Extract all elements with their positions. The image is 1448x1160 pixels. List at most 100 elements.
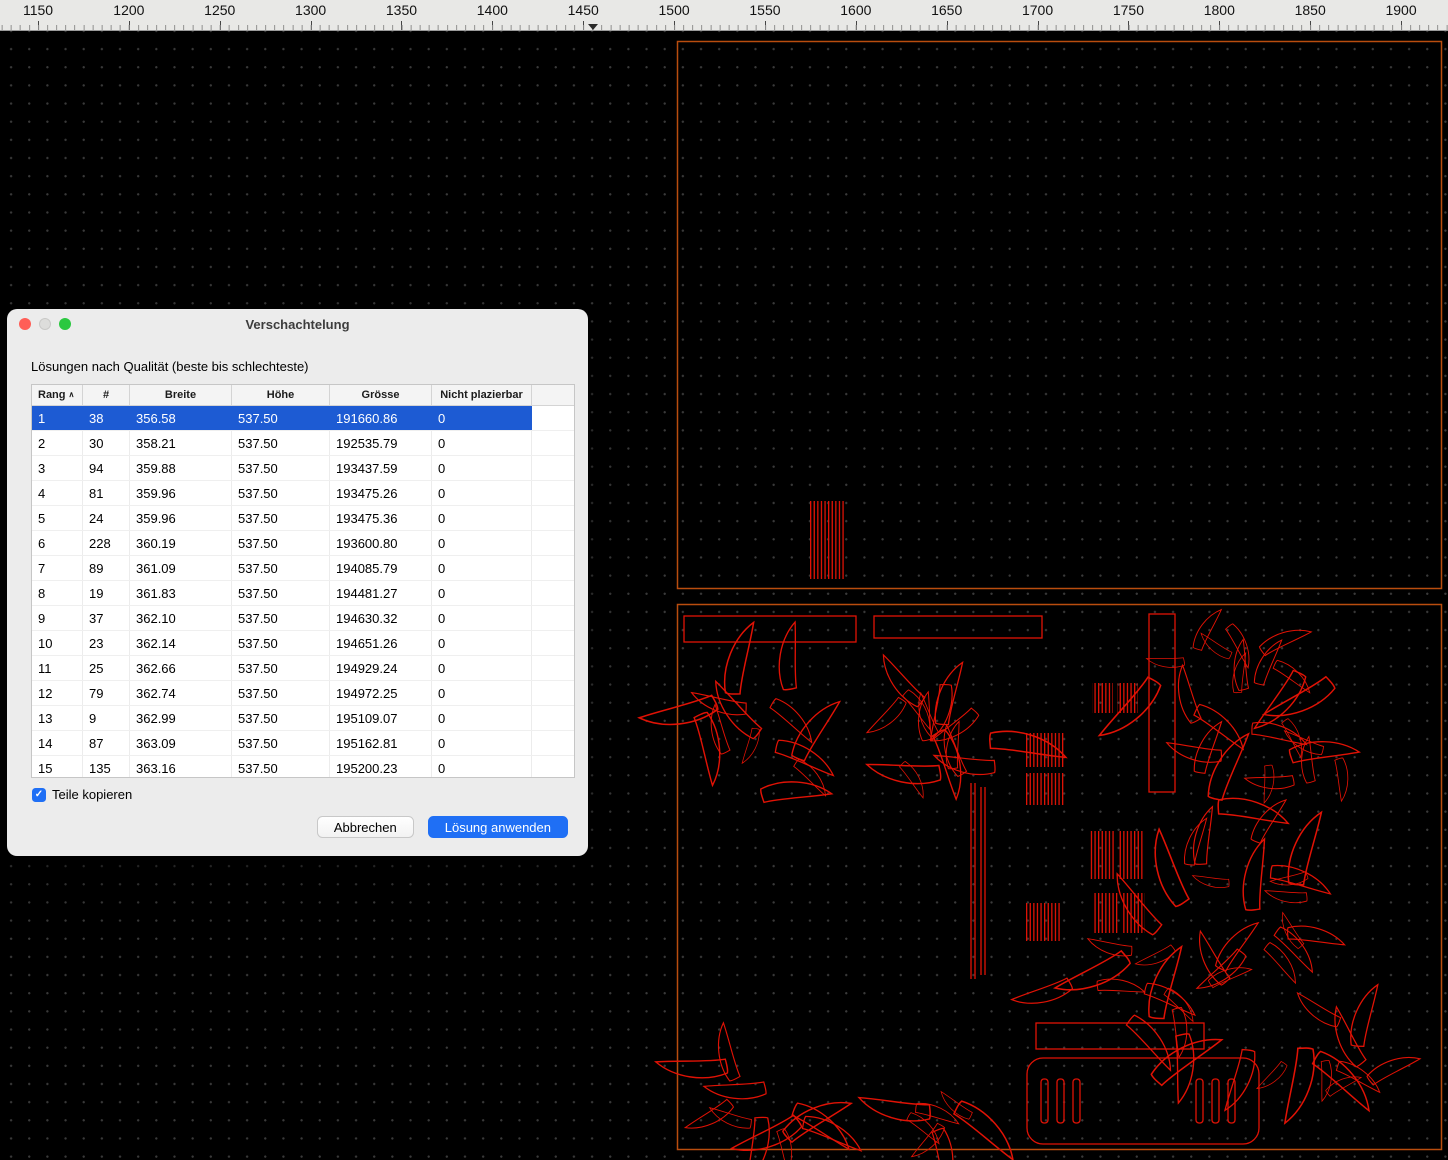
sort-asc-icon: ∧ (69, 391, 75, 399)
teile-kopieren-checkbox[interactable]: ✓ (32, 788, 46, 802)
ruler-label: 1900 (1385, 2, 1416, 18)
table-cell: 358.21 (130, 431, 232, 455)
comb-part[interactable] (808, 501, 844, 579)
table-row[interactable]: 394359.88537.50193437.590 (32, 456, 574, 481)
table-row[interactable]: 937362.10537.50194630.320 (32, 606, 574, 631)
table-cell: 537.50 (232, 531, 330, 555)
table-cell: 0 (432, 656, 532, 680)
column-header-breite[interactable]: Breite (130, 385, 232, 405)
table-cell: 0 (432, 706, 532, 730)
table-cell: 362.74 (130, 681, 232, 705)
sheet-1[interactable] (678, 42, 1442, 589)
table-cell: 192535.79 (330, 431, 432, 455)
table-cell: 30 (83, 431, 130, 455)
table-cell: 362.14 (130, 631, 232, 655)
ruler-label: 1400 (477, 2, 508, 18)
table-cell: 359.96 (130, 481, 232, 505)
table-row[interactable]: 138356.58537.50191660.860 (32, 406, 574, 431)
table-cell: 537.50 (232, 406, 330, 430)
nested-parts[interactable] (639, 501, 1420, 1160)
ruler-tick (38, 21, 39, 30)
table-cell-filler (532, 481, 574, 505)
column-header-rang[interactable]: Rang∧ (32, 385, 83, 405)
ruler-label: 1200 (113, 2, 144, 18)
ruler-label: 1800 (1204, 2, 1235, 18)
table-cell: 25 (83, 656, 130, 680)
table-cell: 0 (432, 631, 532, 655)
table-cell: 195162.81 (330, 731, 432, 755)
column-header-groesse[interactable]: Grösse (330, 385, 432, 405)
table-cell-filler (532, 706, 574, 730)
table-cell: 6 (32, 531, 83, 555)
apply-solution-button[interactable]: Lösung anwenden (428, 816, 568, 838)
bar-part[interactable] (684, 616, 856, 642)
dialog-buttons: Abbrechen Lösung anwenden (7, 816, 568, 838)
table-cell-filler (532, 406, 574, 430)
solutions-table[interactable]: Rang∧#BreiteHöheGrösseNicht plazierbar 1… (31, 384, 575, 778)
table-cell: 537.50 (232, 631, 330, 655)
bar-part[interactable] (1149, 614, 1175, 792)
table-cell: 2 (32, 431, 83, 455)
table-cell: 7 (32, 556, 83, 580)
ruler-tick (947, 21, 948, 30)
dialog-title: Verschachtelung (7, 317, 588, 332)
table-cell: 537.50 (232, 681, 330, 705)
table-cell: 537.50 (232, 431, 330, 455)
table-cell: 38 (83, 406, 130, 430)
table-row[interactable]: 819361.83537.50194481.270 (32, 581, 574, 606)
table-cell: 0 (432, 756, 532, 778)
ruler-tick (583, 21, 584, 30)
ruler-tick (674, 21, 675, 30)
column-header-hoehe[interactable]: Höhe (232, 385, 330, 405)
cancel-button[interactable]: Abbrechen (317, 816, 414, 838)
ruler-tick (311, 21, 312, 30)
ruler-tick (220, 21, 221, 30)
table-row[interactable]: 6228360.19537.50193600.800 (32, 531, 574, 556)
table-row[interactable]: 524359.96537.50193475.360 (32, 506, 574, 531)
dialog-titlebar[interactable]: Verschachtelung (7, 309, 588, 339)
comb-parts[interactable] (1026, 683, 1145, 941)
table-cell: 194972.25 (330, 681, 432, 705)
ruler-label: 1450 (568, 2, 599, 18)
table-cell: 537.50 (232, 556, 330, 580)
table-cell-filler (532, 731, 574, 755)
table-cell: 8 (32, 581, 83, 605)
ruler-label: 1650 (931, 2, 962, 18)
table-row[interactable]: 139362.99537.50195109.070 (32, 706, 574, 731)
table-row[interactable]: 1125362.66537.50194929.240 (32, 656, 574, 681)
table-row[interactable]: 1487363.09537.50195162.810 (32, 731, 574, 756)
sheet-outlines[interactable] (678, 42, 1442, 1150)
column-header-nicht-plazierbar[interactable]: Nicht plazierbar (432, 385, 532, 405)
table-cell: 81 (83, 481, 130, 505)
table-cell: 4 (32, 481, 83, 505)
table-cell: 5 (32, 506, 83, 530)
ruler-tick (1219, 21, 1220, 30)
column-header-count[interactable]: # (83, 385, 130, 405)
ruler-label: 1550 (749, 2, 780, 18)
table-cell: 194929.24 (330, 656, 432, 680)
table-cell-filler (532, 531, 574, 555)
table-cell: 194085.79 (330, 556, 432, 580)
sheet-2[interactable] (678, 605, 1442, 1150)
ruler-tick (856, 21, 857, 30)
table-row[interactable]: 230358.21537.50192535.790 (32, 431, 574, 456)
strip-parts[interactable] (971, 783, 985, 979)
leaf-parts[interactable] (639, 609, 1420, 1160)
ruler-tick (1310, 21, 1311, 30)
table-row[interactable]: 1279362.74537.50194972.250 (32, 681, 574, 706)
bar-part[interactable] (874, 616, 1042, 638)
table-row[interactable]: 15135363.16537.50195200.230 (32, 756, 574, 778)
table-cell-filler (532, 606, 574, 630)
table-cell: 362.66 (130, 656, 232, 680)
table-row[interactable]: 1023362.14537.50194651.260 (32, 631, 574, 656)
table-row[interactable]: 789361.09537.50194085.790 (32, 556, 574, 581)
table-cell: 15 (32, 756, 83, 778)
table-cell: 0 (432, 531, 532, 555)
table-cell: 360.19 (130, 531, 232, 555)
table-row[interactable]: 481359.96537.50193475.260 (32, 481, 574, 506)
nesting-dialog: Verschachtelung Lösungen nach Qualität (… (7, 309, 588, 856)
table-cell: 193600.80 (330, 531, 432, 555)
table-cell: 537.50 (232, 706, 330, 730)
table-cell: 24 (83, 506, 130, 530)
slotted-plate-part[interactable] (1027, 1058, 1259, 1144)
